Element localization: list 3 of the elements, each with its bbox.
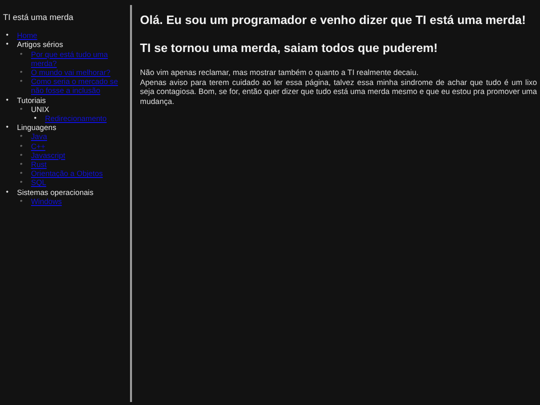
site-title: TI está uma merda: [3, 13, 74, 22]
heading: Olá. Eu sou um programador e venho dizer que TI está uma merda!: [140, 12, 527, 28]
heading: TI se tornou uma merda, saiam todos que puderem!: [140, 40, 439, 56]
